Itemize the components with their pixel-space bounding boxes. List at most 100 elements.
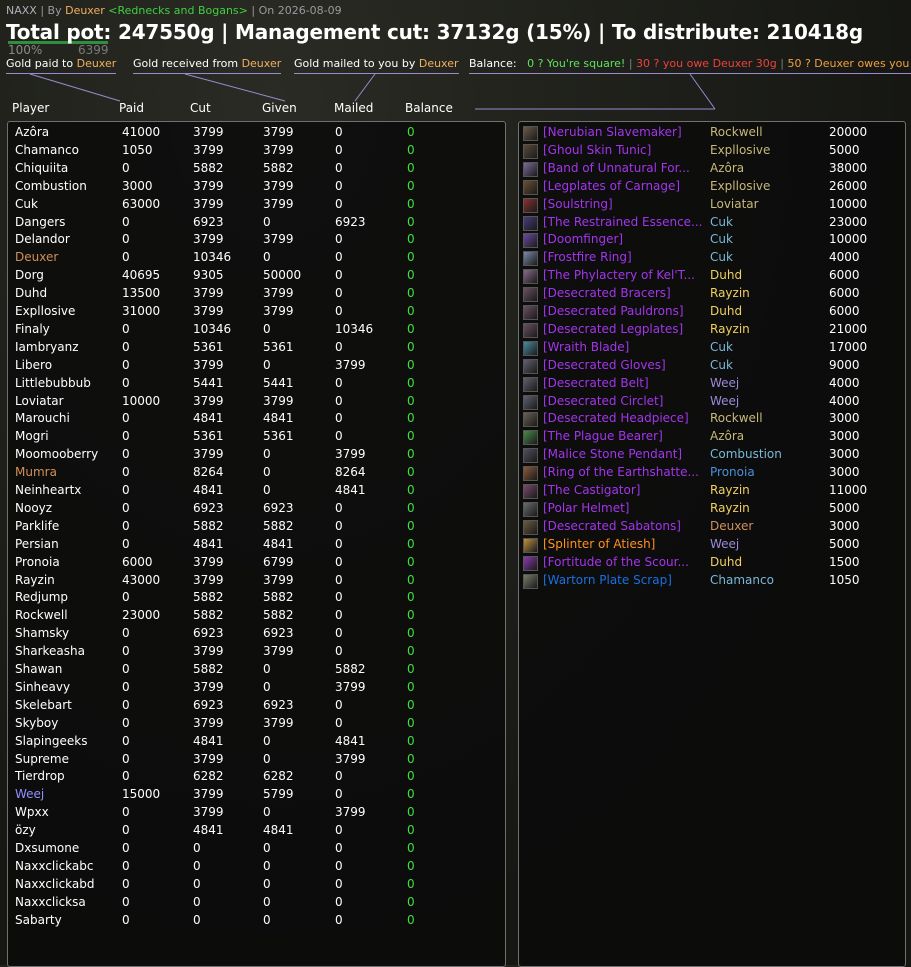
- player-row[interactable]: Deuxer 0 10346 0 0 0: [8, 250, 505, 268]
- loot-row[interactable]: [Fortitude of the Scour... Duhd 1500: [519, 555, 905, 573]
- item-link[interactable]: [Band of Unnatural For...: [543, 161, 708, 175]
- loot-row[interactable]: [Doomfinger] Cuk 10000: [519, 232, 905, 250]
- loot-row[interactable]: [Desecrated Circlet] Weej 4000: [519, 394, 905, 412]
- loot-row[interactable]: [Ghoul Skin Tunic] Expllosive 5000: [519, 143, 905, 161]
- loot-row[interactable]: [Nerubian Slavemaker] Rockwell 20000: [519, 125, 905, 143]
- player-row[interactable]: Persian 0 4841 4841 0 0: [8, 537, 505, 555]
- player-row[interactable]: Tierdrop 0 6282 6282 0 0: [8, 769, 505, 787]
- loot-row[interactable]: [Desecrated Gloves] Cuk 9000: [519, 358, 905, 376]
- item-link[interactable]: [Soulstring]: [543, 197, 708, 211]
- item-link[interactable]: [Desecrated Belt]: [543, 376, 708, 390]
- item-link[interactable]: [Desecrated Gloves]: [543, 358, 708, 372]
- player-row[interactable]: Rockwell 23000 5882 5882 0 0: [8, 608, 505, 626]
- item-icon[interactable]: [523, 466, 538, 482]
- player-row[interactable]: Pronoia 6000 3799 6799 0 0: [8, 555, 505, 573]
- player-row[interactable]: Loviatar 10000 3799 3799 0 0: [8, 394, 505, 412]
- item-icon[interactable]: [523, 376, 538, 392]
- player-row[interactable]: Parklife 0 5882 5882 0 0: [8, 519, 505, 537]
- loot-row[interactable]: [The Restrained Essence... Cuk 23000: [519, 215, 905, 233]
- item-icon[interactable]: [523, 251, 538, 267]
- player-row[interactable]: Marouchi 0 4841 4841 0 0: [8, 411, 505, 429]
- column-header-mailed[interactable]: Mailed: [334, 101, 373, 115]
- column-header-cut[interactable]: Cut: [190, 101, 211, 115]
- player-row[interactable]: Cuk 63000 3799 3799 0 0: [8, 197, 505, 215]
- player-row[interactable]: Chiquiita 0 5882 5882 0 0: [8, 161, 505, 179]
- item-icon[interactable]: [523, 340, 538, 356]
- item-icon[interactable]: [523, 448, 538, 464]
- player-row[interactable]: Finaly 0 10346 0 10346 0: [8, 322, 505, 340]
- player-row[interactable]: Mumra 0 8264 0 8264 0: [8, 465, 505, 483]
- column-header-balance[interactable]: Balance: [405, 101, 453, 115]
- loot-row[interactable]: [Soulstring] Loviatar 10000: [519, 197, 905, 215]
- item-icon[interactable]: [523, 394, 538, 410]
- player-row[interactable]: Naxxclickabc 0 0 0 0 0: [8, 859, 505, 877]
- item-link[interactable]: [The Plague Bearer]: [543, 429, 708, 443]
- item-link[interactable]: [Splinter of Atiesh]: [543, 537, 708, 551]
- item-icon[interactable]: [523, 430, 538, 446]
- player-row[interactable]: Redjump 0 5882 5882 0 0: [8, 590, 505, 608]
- player-row[interactable]: Dxsumone 0 0 0 0 0: [8, 841, 505, 859]
- player-row[interactable]: özy 0 4841 4841 0 0: [8, 823, 505, 841]
- player-row[interactable]: Chamanco 1050 3799 3799 0 0: [8, 143, 505, 161]
- player-row[interactable]: Shamsky 0 6923 6923 0 0: [8, 626, 505, 644]
- player-row[interactable]: Littlebubbub 0 5441 5441 0 0: [8, 376, 505, 394]
- item-link[interactable]: [Wraith Blade]: [543, 340, 708, 354]
- player-row[interactable]: Sharkeasha 0 3799 3799 0 0: [8, 644, 505, 662]
- item-link[interactable]: [Doomfinger]: [543, 232, 708, 246]
- item-icon[interactable]: [523, 143, 538, 159]
- player-row[interactable]: Dangers 0 6923 0 6923 0: [8, 215, 505, 233]
- column-header-player[interactable]: Player: [12, 101, 49, 115]
- loot-row[interactable]: [Desecrated Sabatons] Deuxer 3000: [519, 519, 905, 537]
- item-icon[interactable]: [523, 519, 538, 535]
- item-link[interactable]: [Desecrated Headpiece]: [543, 411, 708, 425]
- item-icon[interactable]: [523, 215, 538, 231]
- item-link[interactable]: [Ring of the Earthshatte...: [543, 465, 708, 479]
- item-icon[interactable]: [523, 269, 538, 285]
- player-row[interactable]: Naxxclicksa 0 0 0 0 0: [8, 895, 505, 913]
- item-icon[interactable]: [523, 233, 538, 249]
- item-link[interactable]: [Legplates of Carnage]: [543, 179, 708, 193]
- item-link[interactable]: [Desecrated Sabatons]: [543, 519, 708, 533]
- item-icon[interactable]: [523, 573, 538, 589]
- player-row[interactable]: Combustion 3000 3799 3799 0 0: [8, 179, 505, 197]
- player-row[interactable]: Slapingeeks 0 4841 0 4841 0: [8, 734, 505, 752]
- player-row[interactable]: Mogri 0 5361 5361 0 0: [8, 429, 505, 447]
- loot-row[interactable]: [Legplates of Carnage] Expllosive 26000: [519, 179, 905, 197]
- item-link[interactable]: [Nerubian Slavemaker]: [543, 125, 708, 139]
- item-icon[interactable]: [523, 358, 538, 374]
- item-icon[interactable]: [523, 126, 538, 141]
- player-row[interactable]: Shawan 0 5882 0 5882 0: [8, 662, 505, 680]
- loot-row[interactable]: [Polar Helmet] Rayzin 5000: [519, 501, 905, 519]
- player-row[interactable]: Delandor 0 3799 3799 0 0: [8, 232, 505, 250]
- item-link[interactable]: [Desecrated Circlet]: [543, 394, 708, 408]
- loot-row[interactable]: [Frostfire Ring] Cuk 4000: [519, 250, 905, 268]
- player-row[interactable]: Rayzin 43000 3799 3799 0 0: [8, 573, 505, 591]
- loot-row[interactable]: [Band of Unnatural For... Azôra 38000: [519, 161, 905, 179]
- column-header-given[interactable]: Given: [262, 101, 297, 115]
- item-link[interactable]: [Ghoul Skin Tunic]: [543, 143, 708, 157]
- player-row[interactable]: Skyboy 0 3799 3799 0 0: [8, 716, 505, 734]
- player-row[interactable]: Supreme 0 3799 0 3799 0: [8, 752, 505, 770]
- item-link[interactable]: [Desecrated Bracers]: [543, 286, 708, 300]
- loot-row[interactable]: [Desecrated Bracers] Rayzin 6000: [519, 286, 905, 304]
- loot-row[interactable]: [Desecrated Legplates] Rayzin 21000: [519, 322, 905, 340]
- item-link[interactable]: [Fortitude of the Scour...: [543, 555, 708, 569]
- player-row[interactable]: Weej 15000 3799 5799 0 0: [8, 787, 505, 805]
- item-link[interactable]: [Desecrated Pauldrons]: [543, 304, 708, 318]
- player-row[interactable]: Nooyz 0 6923 6923 0 0: [8, 501, 505, 519]
- item-icon[interactable]: [523, 484, 538, 499]
- item-link[interactable]: [Wartorn Plate Scrap]: [543, 573, 708, 587]
- item-icon[interactable]: [523, 537, 538, 553]
- loot-row[interactable]: [Desecrated Pauldrons] Duhd 6000: [519, 304, 905, 322]
- loot-row[interactable]: [Malice Stone Pendant] Combustion 3000: [519, 447, 905, 465]
- item-icon[interactable]: [523, 501, 538, 517]
- player-row[interactable]: Libero 0 3799 0 3799 0: [8, 358, 505, 376]
- loot-row[interactable]: [Ring of the Earthshatte... Pronoia 3000: [519, 465, 905, 483]
- player-row[interactable]: Skelebart 0 6923 6923 0 0: [8, 698, 505, 716]
- item-icon[interactable]: [523, 555, 538, 571]
- player-row[interactable]: Duhd 13500 3799 3799 0 0: [8, 286, 505, 304]
- loot-row[interactable]: [Desecrated Belt] Weej 4000: [519, 376, 905, 394]
- item-link[interactable]: [Polar Helmet]: [543, 501, 708, 515]
- player-row[interactable]: Azôra 41000 3799 3799 0 0: [8, 125, 505, 143]
- item-link[interactable]: [The Castigator]: [543, 483, 708, 497]
